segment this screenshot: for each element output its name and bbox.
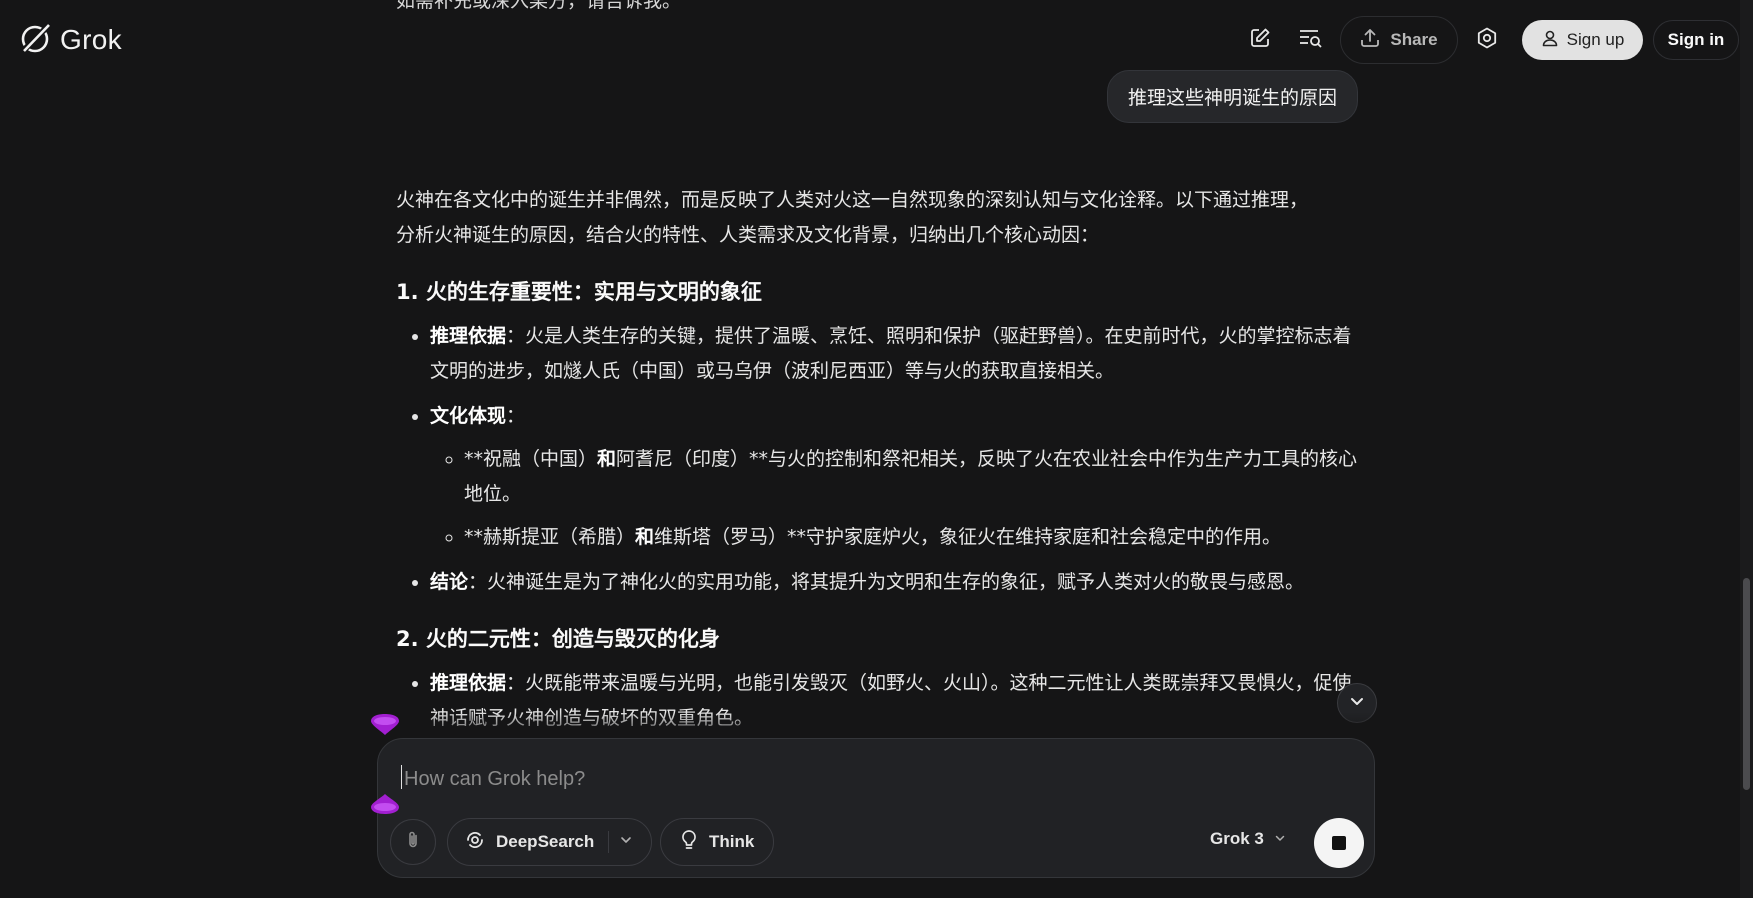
sub-list: **祝融（中国）和阿耆尼（印度）**与火的控制和祭祀相关，反映了火在农业社会中作… <box>430 442 1358 555</box>
list-item: 文化体现： **祝融（中国）和阿耆尼（印度）**与火的控制和祭祀相关，反映了火在… <box>430 399 1358 555</box>
deepsearch-toggle[interactable]: DeepSearch <box>447 818 652 866</box>
purple-marker <box>370 713 400 735</box>
share-label: Share <box>1390 30 1438 49</box>
message-composer: DeepSearch Think Grok 3 <box>377 738 1375 878</box>
top-bar: Grok Share Sign up Sign in <box>0 0 1753 80</box>
scrollbar-thumb[interactable] <box>1743 578 1750 790</box>
attach-button[interactable] <box>390 819 436 865</box>
purple-marker <box>370 793 400 815</box>
prompt-input[interactable] <box>402 763 1306 795</box>
brand-logo[interactable]: Grok <box>18 20 122 60</box>
sub-list-item: **赫斯提亚（希腊）和维斯塔（罗马）**守护家庭炉火，象征火在维持家庭和社会稳定… <box>464 520 1358 555</box>
section-heading-1: 1. 火的生存重要性：实用与文明的象征 <box>396 280 762 304</box>
lightbulb-icon <box>679 829 699 856</box>
list-item: 结论：火神诞生是为了神化火的实用功能，将其提升为文明和生存的象征，赋予人类对火的… <box>430 565 1358 600</box>
assistant-answer: 火神在各文化中的诞生并非偶然，而是反映了人类对火这一自然现象的深刻认知与文化诠释… <box>396 183 1358 746</box>
new-chat-icon <box>1249 27 1271 53</box>
share-button[interactable]: Share <box>1340 16 1458 64</box>
sign-in-button[interactable]: Sign in <box>1653 20 1739 60</box>
grok-logo-icon <box>18 20 54 60</box>
stop-generation-button[interactable] <box>1314 818 1364 868</box>
deepsearch-icon <box>464 829 486 856</box>
history-search-button[interactable] <box>1291 20 1331 60</box>
sign-up-label: Sign up <box>1566 30 1625 49</box>
divider <box>608 831 610 853</box>
scrollbar[interactable] <box>1740 0 1753 898</box>
text-caret <box>401 765 402 789</box>
share-icon <box>1360 28 1380 53</box>
think-toggle[interactable]: Think <box>660 818 774 866</box>
deepsearch-options-chevron-icon[interactable] <box>619 832 633 852</box>
settings-button[interactable] <box>1467 20 1507 60</box>
history-search-icon <box>1298 27 1324 53</box>
list-item: 推理依据：火是人类生存的关键，提供了温暖、烹饪、照明和保护（驱赶野兽）。在史前时… <box>430 319 1358 389</box>
sub-list-item: **祝融（中国）和阿耆尼（印度）**与火的控制和祭祀相关，反映了火在农业社会中作… <box>464 442 1358 512</box>
paperclip-icon <box>404 830 422 854</box>
deepsearch-label: DeepSearch <box>496 832 595 851</box>
chevron-down-icon <box>1349 693 1365 713</box>
user-icon <box>1541 29 1559 52</box>
model-selector[interactable]: Grok 3 <box>1210 829 1286 849</box>
stop-icon <box>1332 836 1346 850</box>
new-chat-button[interactable] <box>1240 20 1280 60</box>
section-1-list: 推理依据：火是人类生存的关键，提供了温暖、烹饪、照明和保护（驱赶野兽）。在史前时… <box>396 319 1358 600</box>
chevron-down-icon <box>1274 829 1286 849</box>
answer-intro: 火神在各文化中的诞生并非偶然，而是反映了人类对火这一自然现象的深刻认知与文化诠释… <box>396 189 1309 246</box>
settings-icon <box>1475 26 1499 54</box>
brand-name: Grok <box>60 24 122 55</box>
section-heading-2: 2. 火的二元性：创造与毁灭的化身 <box>396 627 720 651</box>
model-label: Grok 3 <box>1210 829 1264 848</box>
think-label: Think <box>709 832 755 851</box>
sign-up-button[interactable]: Sign up <box>1522 20 1643 60</box>
